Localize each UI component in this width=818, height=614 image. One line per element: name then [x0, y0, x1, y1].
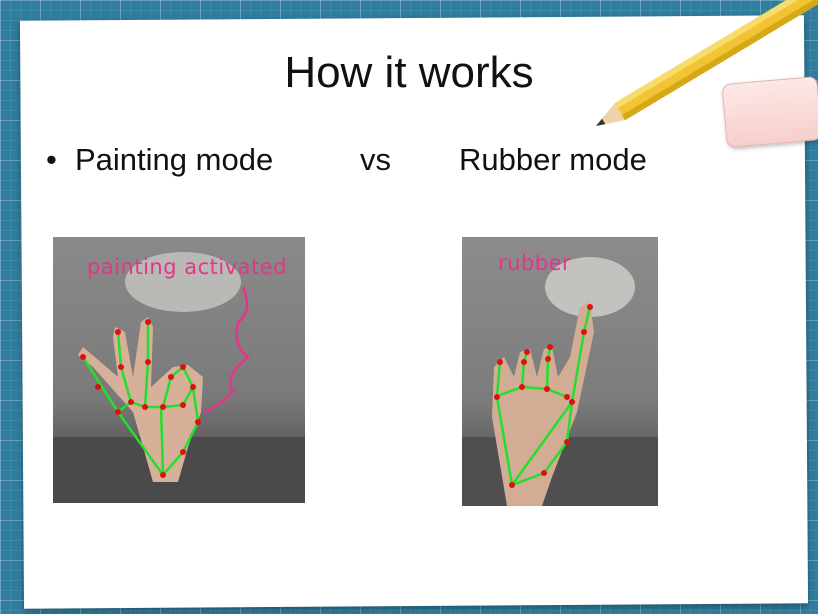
rubber-hand-illustration [462, 237, 658, 506]
painting-activated-text: painting activated [87, 255, 287, 279]
painting-mode-photo: painting activated [53, 237, 305, 503]
painting-mode-label: Painting mode [75, 142, 274, 177]
vs-label: vs [360, 142, 391, 177]
slide-canvas: How it works • Painting mode vs Rubber m… [0, 0, 818, 614]
rubber-mode-label: Rubber mode [459, 142, 647, 177]
eraser-decoration [721, 75, 818, 149]
rubber-mode-photo: rubber [462, 237, 658, 506]
rubber-text: rubber [498, 251, 572, 275]
bullet-point: • [46, 142, 57, 177]
